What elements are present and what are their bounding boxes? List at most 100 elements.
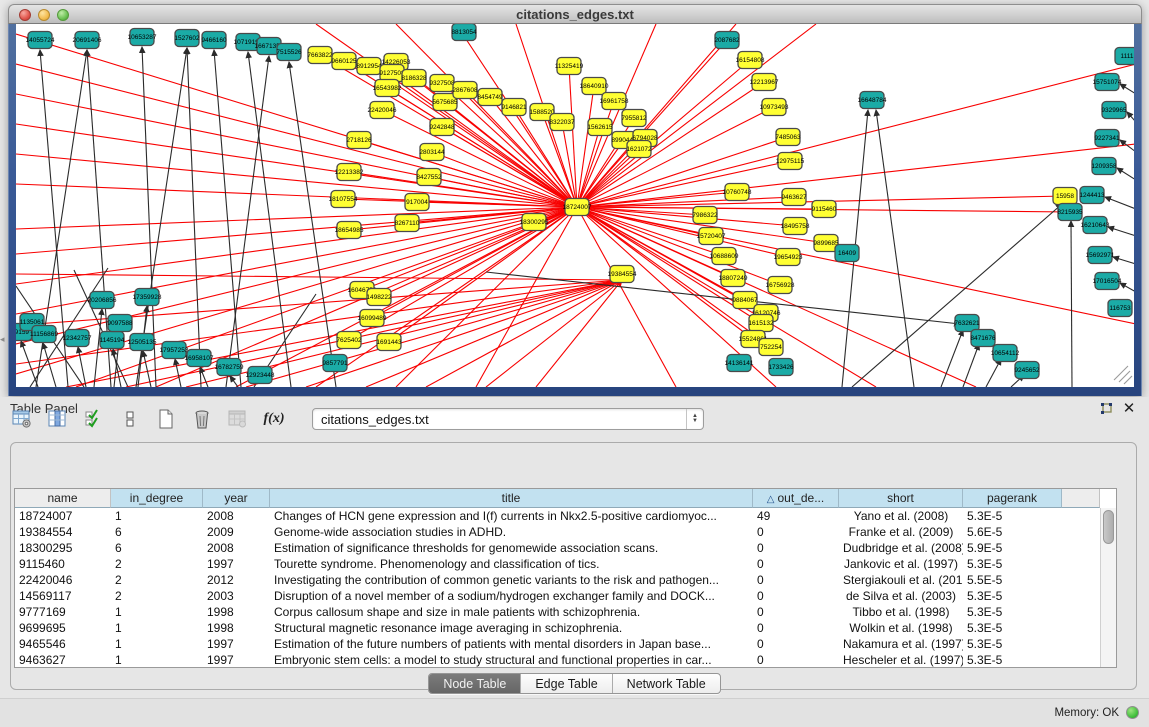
graph-node[interactable]: 7515526 <box>276 44 302 61</box>
table-cell[interactable]: Corpus callosum shape and size in male p… <box>270 604 753 620</box>
column-visibility-button[interactable] <box>46 407 70 431</box>
table-cell[interactable]: 1998 <box>203 620 270 636</box>
table-cell[interactable]: Genome-wide association studies in ADHD. <box>270 524 753 540</box>
graph-node[interactable]: 22420046 <box>368 102 397 119</box>
graph-node[interactable]: 18724007 <box>563 199 592 216</box>
column-header-name[interactable]: name <box>15 489 111 508</box>
citation-edge-black[interactable] <box>187 48 201 387</box>
table-row[interactable]: 946362711997Embryonic stem cells: a mode… <box>15 652 1100 667</box>
table-cell[interactable]: Hescheler et al. (1997) <box>839 652 963 667</box>
close-panel-icon[interactable]: ✕ <box>1121 401 1137 417</box>
graph-node[interactable]: 16154808 <box>736 52 765 69</box>
citation-edge-black[interactable] <box>1108 227 1134 236</box>
graph-node[interactable]: 9857791 <box>322 355 348 372</box>
table-cell[interactable]: 0 <box>753 636 839 652</box>
citation-edge-black[interactable] <box>21 341 38 387</box>
tab-network-table[interactable]: Network Table <box>613 674 720 693</box>
graph-node[interactable]: 19654923 <box>774 249 803 266</box>
function-builder-button[interactable]: f(x) <box>262 407 286 431</box>
table-cell[interactable]: 5.3E-5 <box>963 652 1062 667</box>
graph-node[interactable]: 1615132 <box>748 315 774 332</box>
table-cell[interactable]: 1998 <box>203 604 270 620</box>
table-row[interactable]: 911546021997Tourette syndrome. Phenomeno… <box>15 556 1100 572</box>
citation-edge-black[interactable] <box>1105 197 1134 209</box>
table-cell[interactable]: 1997 <box>203 556 270 572</box>
tab-node-table[interactable]: Node Table <box>429 674 521 693</box>
table-cell[interactable]: 0 <box>753 540 839 556</box>
graph-node[interactable]: 16210643 <box>1081 217 1110 234</box>
graph-node[interactable]: 1498222 <box>366 289 392 306</box>
table-cell[interactable]: 5.3E-5 <box>963 604 1062 620</box>
table-cell[interactable]: 6 <box>111 540 203 556</box>
graph-node[interactable]: 18654985 <box>335 222 364 239</box>
citation-edge-black[interactable] <box>230 376 238 387</box>
table-cell[interactable]: 19384554 <box>15 524 111 540</box>
table-cell[interactable]: Stergiakouli et al. (2012) <box>839 572 963 588</box>
citation-edge-black[interactable] <box>876 110 914 387</box>
table-cell[interactable]: Wolkin et al. (1998) <box>839 620 963 636</box>
citation-edge-red[interactable] <box>577 86 594 207</box>
table-cell[interactable]: Structural magnetic resonance image aver… <box>270 620 753 636</box>
table-cell[interactable]: 9777169 <box>15 604 111 620</box>
table-cell[interactable]: 0 <box>753 572 839 588</box>
column-header-in_degree[interactable]: in_degree <box>111 489 203 508</box>
row-selection-button[interactable] <box>82 407 106 431</box>
graph-node[interactable]: 15751074 <box>1093 74 1122 91</box>
graph-node[interactable]: 9242848 <box>429 119 455 136</box>
table-cell[interactable]: 5.9E-5 <box>963 540 1062 556</box>
graph-node[interactable]: 10973493 <box>760 99 789 116</box>
table-row[interactable]: 969969511998Structural magnetic resonanc… <box>15 620 1100 636</box>
table-cell[interactable]: 5.5E-5 <box>963 572 1062 588</box>
citation-edge-black[interactable] <box>986 359 1001 387</box>
splitter-collapse-icon[interactable]: ◂ <box>0 332 7 346</box>
graph-node[interactable]: 7663822 <box>307 47 333 64</box>
table-cell[interactable]: 49 <box>753 508 839 524</box>
table-row[interactable]: 1456911722003Disruption of a novel membe… <box>15 588 1100 604</box>
graph-node[interactable]: 12923448 <box>246 367 275 384</box>
table-cell[interactable]: Tibbo et al. (1998) <box>839 604 963 620</box>
graph-node[interactable]: 17359928 <box>133 289 162 306</box>
graph-node[interactable]: 16961758 <box>600 93 629 110</box>
graph-node[interactable]: 10653287 <box>128 29 157 46</box>
citation-edge-black[interactable] <box>1127 112 1134 122</box>
graph-node[interactable]: 9463627 <box>781 189 807 206</box>
table-cell[interactable]: 5.6E-5 <box>963 524 1062 540</box>
table-cell[interactable]: 1997 <box>203 652 270 667</box>
graph-node[interactable]: 9329965 <box>1101 102 1127 119</box>
graph-node[interactable]: 16409 <box>835 245 859 262</box>
resize-grip-icon[interactable] <box>1124 376 1132 384</box>
graph-node[interactable]: 10654112 <box>991 345 1020 362</box>
table-cell[interactable]: 9465546 <box>15 636 111 652</box>
table-cell[interactable]: Estimation of the future numbers of pati… <box>270 636 753 652</box>
graph-node[interactable]: 8215935 <box>1057 204 1083 221</box>
table-cell[interactable]: 1 <box>111 508 203 524</box>
graph-node[interactable]: 1527602 <box>174 30 200 47</box>
table-row[interactable]: 2242004622012Investigating the contribut… <box>15 572 1100 588</box>
graph-node[interactable]: 18495758 <box>781 218 810 235</box>
citation-edge-black[interactable] <box>852 204 1062 387</box>
graph-node[interactable]: 7625402 <box>336 332 362 349</box>
citation-edge-black[interactable] <box>1120 84 1134 94</box>
table-cell[interactable]: 2008 <box>203 508 270 524</box>
memory-status-indicator[interactable] <box>1126 706 1139 719</box>
graph-node[interactable]: 11325419 <box>555 58 584 75</box>
citation-edge-red[interactable] <box>16 184 577 207</box>
column-header-title[interactable]: title <box>270 489 753 508</box>
graph-node[interactable]: 12213967 <box>750 74 779 91</box>
table-cell[interactable]: 1997 <box>203 636 270 652</box>
graph-node[interactable]: 9327508 <box>429 75 455 92</box>
column-header-out_de[interactable]: △out_de... <box>753 489 839 508</box>
citation-edge-red[interactable] <box>16 64 577 207</box>
table-cell[interactable]: 2 <box>111 588 203 604</box>
graph-node[interactable]: 18807249 <box>719 270 748 287</box>
table-cell[interactable]: 0 <box>753 588 839 604</box>
graph-node[interactable]: 20691406 <box>73 32 102 49</box>
new-table-button[interactable] <box>154 407 178 431</box>
table-cell[interactable]: 2003 <box>203 588 270 604</box>
graph-node[interactable]: 16543982 <box>373 80 402 97</box>
graph-node[interactable]: 16756928 <box>766 277 795 294</box>
graph-node[interactable]: 8427552 <box>416 169 442 186</box>
citation-edge-black[interactable] <box>1120 283 1134 292</box>
table-cell[interactable]: 0 <box>753 524 839 540</box>
graph-node[interactable]: 9466160 <box>201 32 227 49</box>
